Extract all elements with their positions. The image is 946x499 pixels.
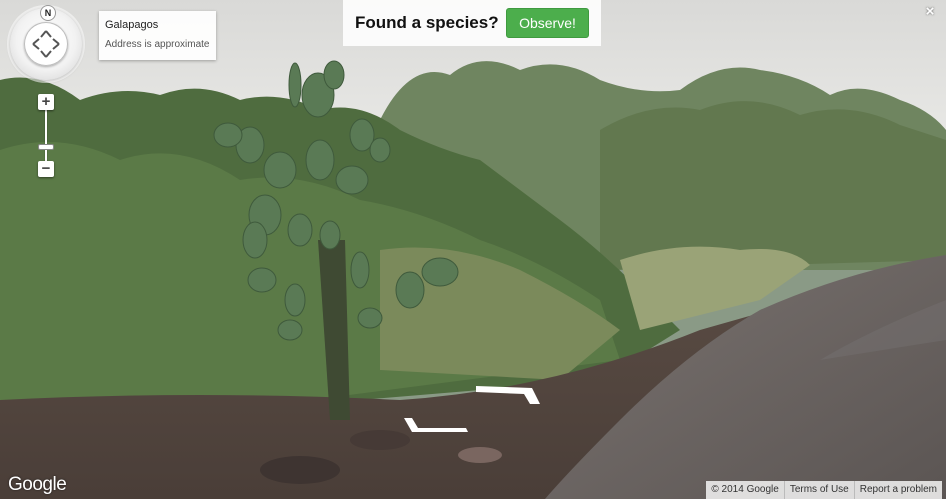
zoom-track[interactable] xyxy=(45,110,47,162)
address-card: Galapagos Address is approximate xyxy=(99,11,216,60)
species-banner: Found a species? Observe! xyxy=(343,0,601,46)
google-logo: Google xyxy=(8,474,67,495)
copyright-text: © 2014 Google xyxy=(711,484,779,495)
report-problem-link[interactable]: Report a problem xyxy=(853,481,942,499)
navigation-arrow-icon[interactable] xyxy=(400,380,550,440)
compass-icon[interactable] xyxy=(24,22,68,66)
observe-button[interactable]: Observe! xyxy=(506,8,589,38)
footer-bar: © 2014 Google Terms of Use Report a prob… xyxy=(706,481,942,499)
zoom-slider-thumb[interactable] xyxy=(38,144,54,150)
address-subtitle: Address is approximate xyxy=(105,39,210,50)
zoom-minus-icon[interactable]: − xyxy=(38,161,54,177)
address-title: Galapagos xyxy=(105,19,159,31)
close-icon[interactable]: × xyxy=(922,4,938,20)
zoom-plus-icon[interactable]: + xyxy=(38,94,54,110)
species-prompt: Found a species? xyxy=(355,13,499,32)
terms-link[interactable]: Terms of Use xyxy=(783,481,854,499)
compass-north-label: N xyxy=(41,6,55,20)
